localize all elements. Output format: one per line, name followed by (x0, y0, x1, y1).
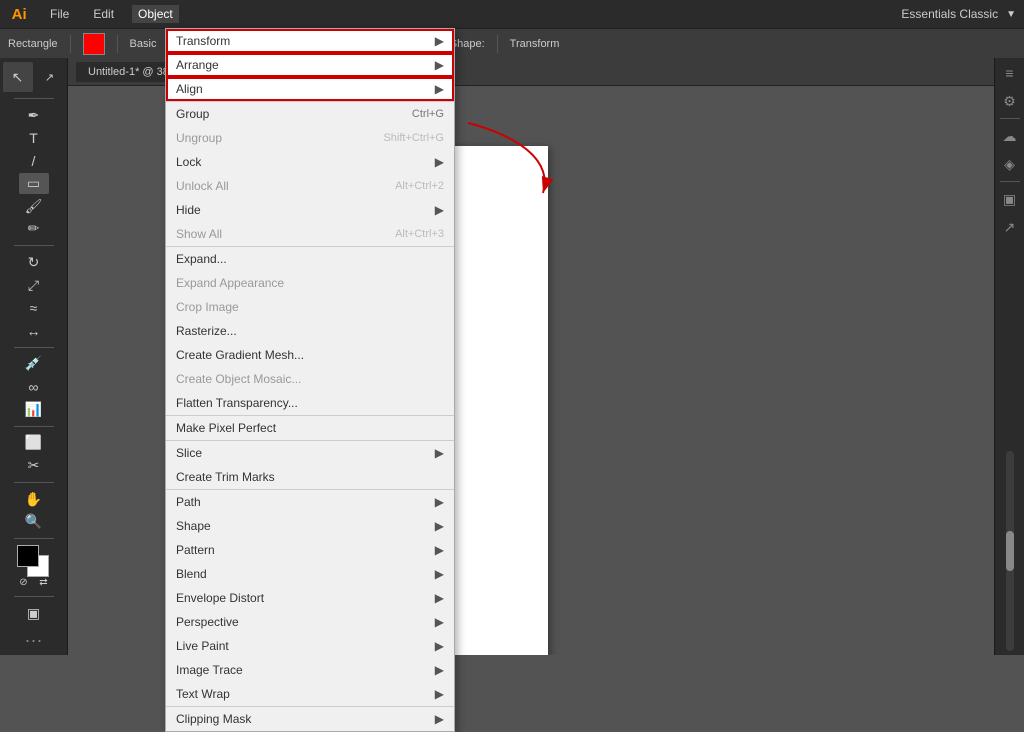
blend-arrow-icon: ▶ (435, 567, 444, 581)
blend-menu-label: Blend (176, 567, 431, 581)
menu-expand-appearance[interactable]: Expand Appearance (166, 271, 454, 295)
menu-section-3: Expand... Expand Appearance Crop Image R… (166, 246, 454, 415)
lock-label: Lock (176, 155, 431, 169)
menu-perspective[interactable]: Perspective ▶ (166, 610, 454, 634)
menu-pixel-perfect[interactable]: Make Pixel Perfect (166, 416, 454, 440)
menu-trim-marks[interactable]: Create Trim Marks (166, 465, 454, 489)
arrange-label: Arrange (176, 58, 431, 72)
transform-arrow-icon: ▶ (435, 34, 444, 48)
menu-slice[interactable]: Slice ▶ (166, 441, 454, 465)
clipping-mask-arrow-icon: ▶ (435, 712, 444, 726)
ungroup-label: Ungroup (176, 131, 383, 145)
menu-arrange[interactable]: Arrange ▶ (166, 53, 454, 77)
slice-arrow-icon: ▶ (435, 446, 444, 460)
rasterize-label: Rasterize... (176, 324, 444, 338)
perspective-label: Perspective (176, 615, 431, 629)
menu-lock[interactable]: Lock ▶ (166, 150, 454, 174)
envelope-arrow-icon: ▶ (435, 591, 444, 605)
menu-expand[interactable]: Expand... (166, 247, 454, 271)
object-menu-dropdown: Transform ▶ Arrange ▶ Align ▶ Group Ctrl… (165, 28, 455, 732)
unlock-all-label: Unlock All (176, 179, 395, 193)
group-label: Group (176, 107, 412, 121)
perspective-arrow-icon: ▶ (435, 615, 444, 629)
menu-text-wrap[interactable]: Text Wrap ▶ (166, 682, 454, 706)
envelope-distort-label: Envelope Distort (176, 591, 431, 605)
menu-section-2: Group Ctrl+G Ungroup Shift+Ctrl+G Lock ▶… (166, 101, 454, 246)
menu-blend[interactable]: Blend ▶ (166, 562, 454, 586)
ungroup-shortcut: Shift+Ctrl+G (383, 132, 444, 144)
gradient-mesh-label: Create Gradient Mesh... (176, 348, 444, 362)
menu-section-7: Clipping Mask ▶ (166, 706, 454, 731)
shape-arrow-icon: ▶ (435, 519, 444, 533)
menu-crop-image[interactable]: Crop Image (166, 295, 454, 319)
object-mosaic-label: Create Object Mosaic... (176, 372, 444, 386)
trim-marks-label: Create Trim Marks (176, 470, 444, 484)
show-all-shortcut: Alt+Ctrl+3 (395, 228, 444, 240)
menu-group[interactable]: Group Ctrl+G (166, 102, 454, 126)
dropdown-overlay: Transform ▶ Arrange ▶ Align ▶ Group Ctrl… (0, 0, 1024, 655)
flatten-label: Flatten Transparency... (176, 396, 444, 410)
menu-shape[interactable]: Shape ▶ (166, 514, 454, 538)
transform-label: Transform (176, 34, 431, 48)
text-wrap-label: Text Wrap (176, 687, 431, 701)
group-shortcut: Ctrl+G (412, 108, 444, 120)
live-paint-label: Live Paint (176, 639, 431, 653)
lock-arrow-icon: ▶ (435, 155, 444, 169)
menu-gradient-mesh[interactable]: Create Gradient Mesh... (166, 343, 454, 367)
hide-arrow-icon: ▶ (435, 203, 444, 217)
menu-flatten[interactable]: Flatten Transparency... (166, 391, 454, 415)
align-label: Align (176, 82, 431, 96)
live-paint-arrow-icon: ▶ (435, 639, 444, 653)
align-arrow-icon: ▶ (435, 82, 444, 96)
pixel-perfect-label: Make Pixel Perfect (176, 421, 444, 435)
menu-rasterize[interactable]: Rasterize... (166, 319, 454, 343)
arrange-arrow-icon: ▶ (435, 58, 444, 72)
expand-appearance-label: Expand Appearance (176, 276, 444, 290)
menu-object-mosaic[interactable]: Create Object Mosaic... (166, 367, 454, 391)
slice-label: Slice (176, 446, 431, 460)
pattern-label: Pattern (176, 543, 431, 557)
menu-section-6: Path ▶ Shape ▶ Pattern ▶ Blend ▶ Envelop… (166, 489, 454, 706)
menu-path[interactable]: Path ▶ (166, 490, 454, 514)
path-label: Path (176, 495, 431, 509)
menu-unlock-all[interactable]: Unlock All Alt+Ctrl+2 (166, 174, 454, 198)
menu-ungroup[interactable]: Ungroup Shift+Ctrl+G (166, 126, 454, 150)
crop-image-label: Crop Image (176, 300, 444, 314)
menu-pattern[interactable]: Pattern ▶ (166, 538, 454, 562)
show-all-label: Show All (176, 227, 395, 241)
menu-image-trace[interactable]: Image Trace ▶ (166, 658, 454, 682)
clipping-mask-label: Clipping Mask (176, 712, 431, 726)
menu-show-all[interactable]: Show All Alt+Ctrl+3 (166, 222, 454, 246)
image-trace-label: Image Trace (176, 663, 431, 677)
expand-label: Expand... (176, 252, 444, 266)
menu-clipping-mask[interactable]: Clipping Mask ▶ (166, 707, 454, 731)
menu-section-1: Transform ▶ Arrange ▶ Align ▶ (166, 29, 454, 101)
text-wrap-arrow-icon: ▶ (435, 687, 444, 701)
unlock-shortcut: Alt+Ctrl+2 (395, 180, 444, 192)
menu-hide[interactable]: Hide ▶ (166, 198, 454, 222)
menu-align[interactable]: Align ▶ (166, 77, 454, 101)
menu-section-4: Make Pixel Perfect (166, 415, 454, 440)
path-arrow-icon: ▶ (435, 495, 444, 509)
menu-live-paint[interactable]: Live Paint ▶ (166, 634, 454, 658)
menu-section-5: Slice ▶ Create Trim Marks (166, 440, 454, 489)
shape-label: Shape (176, 519, 431, 533)
menu-transform[interactable]: Transform ▶ (166, 29, 454, 53)
image-trace-arrow-icon: ▶ (435, 663, 444, 677)
pattern-arrow-icon: ▶ (435, 543, 444, 557)
hide-label: Hide (176, 203, 431, 217)
menu-envelope-distort[interactable]: Envelope Distort ▶ (166, 586, 454, 610)
